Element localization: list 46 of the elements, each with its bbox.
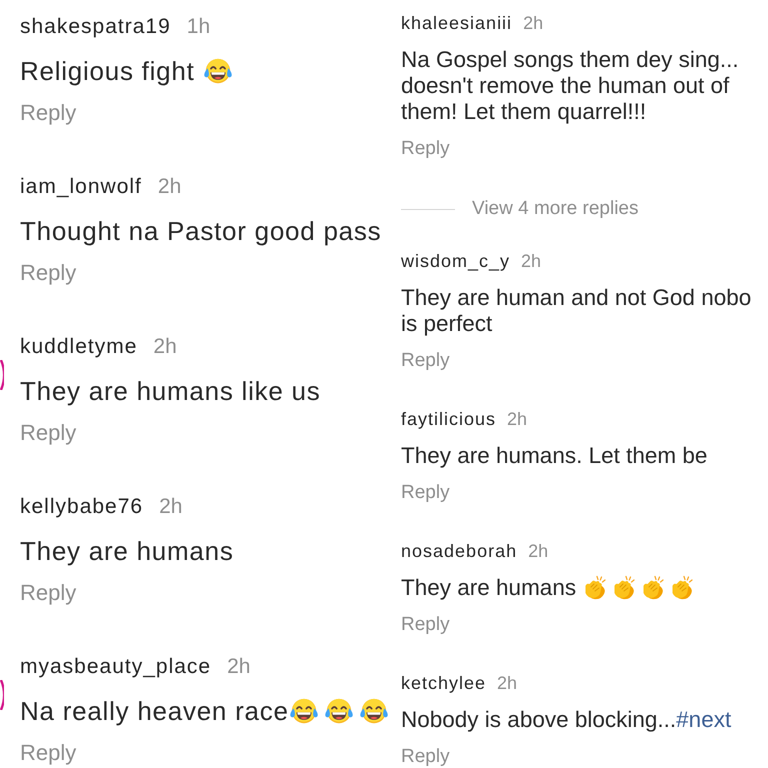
reply-button[interactable]: Reply xyxy=(401,615,450,635)
username[interactable]: nosadeborah xyxy=(401,539,518,563)
timestamp: 2h xyxy=(153,334,177,360)
username[interactable]: khaleesianiii xyxy=(401,11,512,35)
reply-button[interactable]: Reply xyxy=(20,581,76,605)
hashtag-link[interactable]: #next xyxy=(676,707,732,732)
comment-text: They are humans like us xyxy=(20,376,320,406)
username[interactable]: iam_lonwolf xyxy=(20,173,142,201)
laughing-tears-emoji-icon xyxy=(288,696,319,726)
comment-text: They are humans. Let them be xyxy=(401,443,708,469)
timestamp: 2h xyxy=(521,250,542,273)
reply-button[interactable]: Reply xyxy=(401,747,450,767)
username[interactable]: faytilicious xyxy=(401,407,496,431)
username[interactable]: kuddletyme xyxy=(20,333,138,361)
timestamp: 2h xyxy=(159,494,182,520)
reply-button[interactable]: Reply xyxy=(401,139,450,159)
timestamp: 1h xyxy=(186,14,210,40)
reply-button[interactable]: Reply xyxy=(20,741,76,765)
comment-text: Religious fight xyxy=(20,56,196,86)
comment-text: Nobody is above blocking...#next xyxy=(401,707,732,733)
laughing-tears-emoji-icon xyxy=(358,696,389,726)
comment-text: Na really heaven race xyxy=(20,696,289,726)
timestamp: 2h xyxy=(227,654,250,680)
reply-button[interactable]: Reply xyxy=(20,261,76,285)
laughing-tears-emoji-icon xyxy=(324,696,354,726)
username[interactable]: wisdom_c_y xyxy=(401,249,510,273)
timestamp: 2h xyxy=(523,12,544,35)
timestamp: 2h xyxy=(507,408,528,431)
comment-text: They are human and not God nobo is perfect xyxy=(401,285,752,337)
timestamp: 2h xyxy=(528,540,548,563)
reply-button[interactable]: Reply xyxy=(401,351,450,371)
username[interactable]: myasbeauty_place xyxy=(20,653,212,681)
username[interactable]: ketchylee xyxy=(401,671,486,695)
comment-text: Thought na Pastor good pass xyxy=(20,216,382,246)
timestamp: 2h xyxy=(158,174,182,200)
view-replies-button[interactable]: View 4 more replies xyxy=(401,197,639,221)
reply-button[interactable]: Reply xyxy=(20,101,76,125)
timestamp: 2h xyxy=(497,672,518,695)
reply-button[interactable]: Reply xyxy=(401,483,450,503)
comment-text: They are humans xyxy=(401,575,578,601)
comment-text: Na Gospel songs them dey sing... doesn't remove the human out of them! Let them quarrel!!! xyxy=(401,47,739,125)
laughing-tears-emoji-icon xyxy=(202,56,233,86)
reply-button[interactable]: Reply xyxy=(20,421,76,445)
username[interactable]: shakespatra19 xyxy=(20,13,171,41)
username[interactable]: kellybabe76 xyxy=(20,493,144,521)
comment-text: They are humans xyxy=(20,536,234,566)
